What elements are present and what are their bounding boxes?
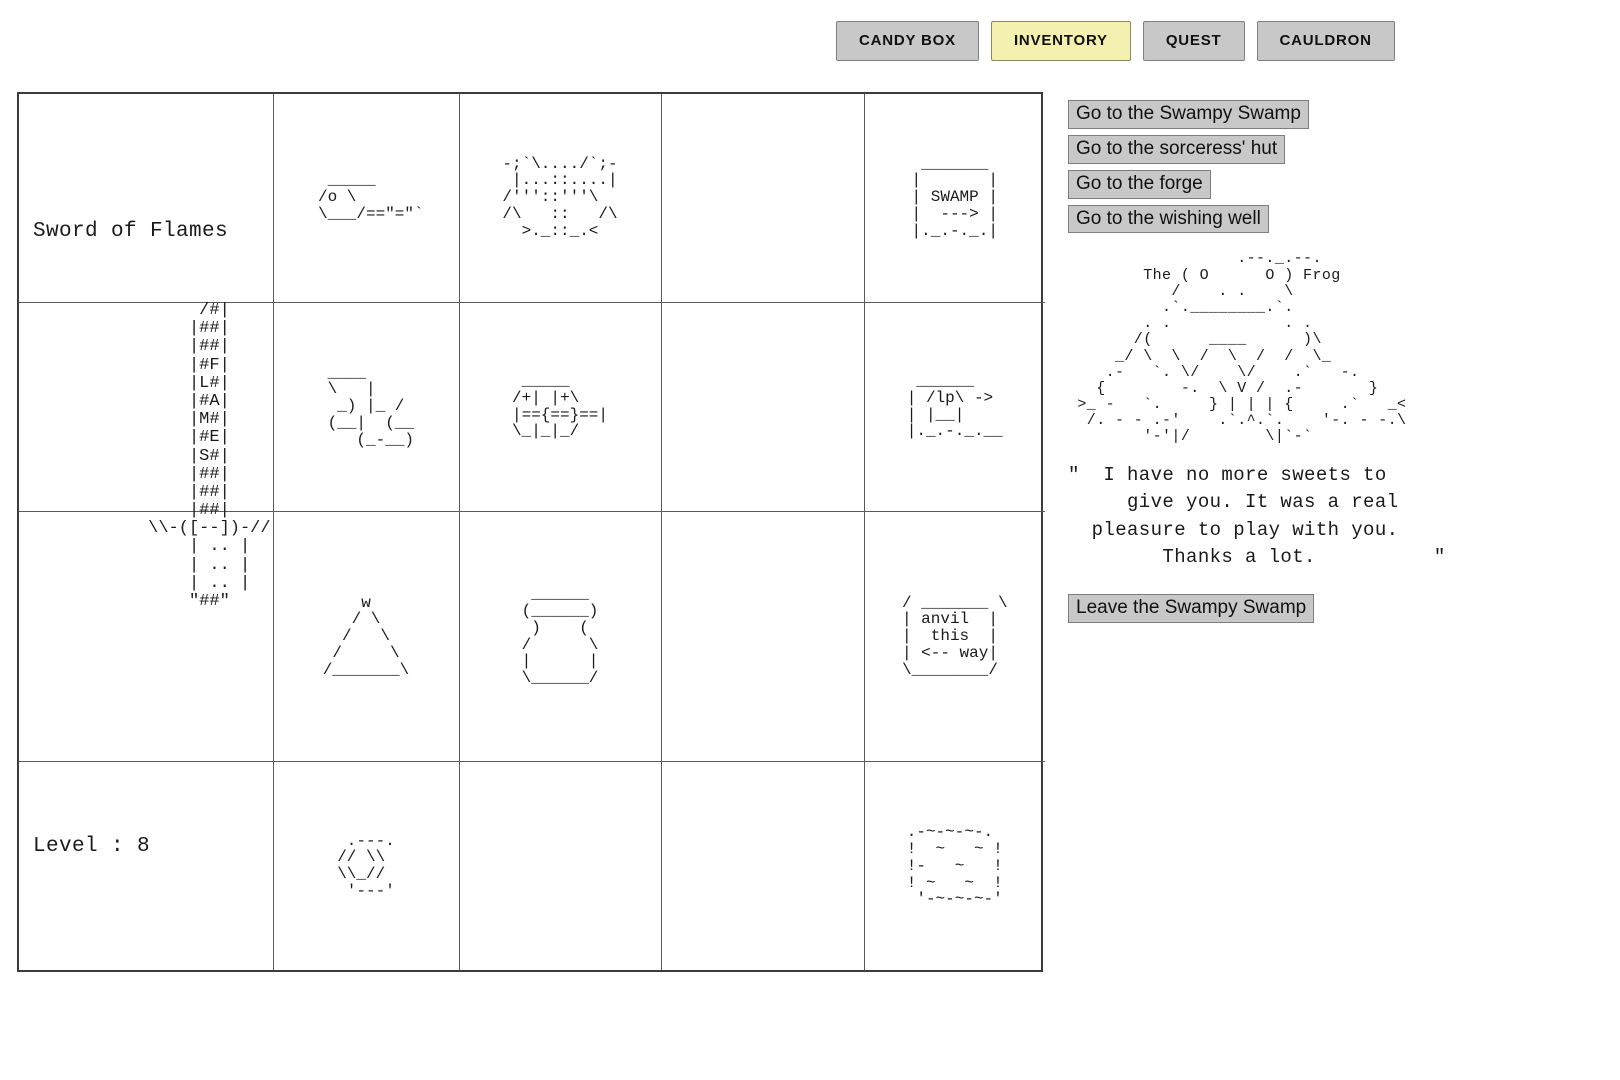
- item-pond-icon: .-~-~-~-. ! ~ ~ ! !- ~ ! ! ~ ~ ! '-~-~-~…: [906, 823, 1003, 909]
- item-sign-anvil-icon: / _______ \ | anvil | | this | | <-- way…: [901, 593, 1008, 679]
- inventory-cell-pond[interactable]: .-~-~-~-. ! ~ ~ ! !- ~ ! ! ~ ~ ! '-~-~-~…: [863, 761, 1045, 970]
- inventory-cell-sign-swamp[interactable]: _______ | | | SWAMP | | ---> | |._.-._.|: [863, 94, 1045, 303]
- go-to-wishing-well-button[interactable]: Go to the wishing well: [1068, 204, 1269, 234]
- main-tab-bar: CANDY BOX INVENTORY QUEST CAULDRON: [836, 21, 1395, 61]
- item-pyramid-icon: w / \ / \ / \ /_______\: [322, 593, 410, 679]
- name-cell-row4: [19, 761, 274, 970]
- inventory-cell-chest-open[interactable]: -;`\..../`;- |...::....| /'''::'''\ /\ :…: [458, 94, 662, 303]
- item-jar-icon: ______ (______) ) ( / \ | | \______/: [521, 585, 599, 688]
- name-cell-row3: [19, 510, 274, 763]
- item-sign-swamp-icon: _______ | | | SWAMP | | ---> | |._.-._.|: [911, 154, 998, 240]
- leave-button-wrap: Leave the Swampy Swamp: [1068, 593, 1608, 629]
- weapon-art-wrap: Sword of Flames /#| |##| |##| |#F| |L#| …: [19, 94, 273, 858]
- tab-cauldron[interactable]: CAULDRON: [1256, 21, 1395, 61]
- tab-quest[interactable]: QUEST: [1142, 21, 1245, 61]
- frog-ascii-art: .--._.--. The ( O O ) Frog / . . \ .`.__…: [1077, 250, 1407, 446]
- inventory-cell-broken-armor[interactable]: ____ \ | _) |_ / (__| (__ (_-__): [272, 301, 460, 512]
- inventory-cell-empty-1[interactable]: [660, 94, 865, 303]
- go-to-swampy-swamp-button[interactable]: Go to the Swampy Swamp: [1068, 100, 1309, 129]
- leave-swampy-swamp-button[interactable]: Leave the Swampy Swamp: [1068, 593, 1315, 623]
- item-sign-shop-icon: ______ | /lp\ -> | |__| |._.-._.__: [906, 372, 1003, 441]
- item-key-icon: _____ /o \ \___/=="="`: [317, 171, 424, 224]
- tab-candy-box[interactable]: CANDY BOX: [836, 21, 979, 61]
- frog-speech-text: " I have no more sweets to give you. It …: [1068, 463, 1446, 569]
- item-chest-open-icon: -;`\..../`;- |...::....| /'''::'''\ /\ :…: [502, 154, 618, 240]
- inventory-cell-chest-closed[interactable]: _____ /+| |+\ |=={==}==| \_|_|_/: [458, 301, 662, 512]
- inventory-cell-hexagon[interactable]: .---. // \\ \\_// '---': [272, 761, 460, 970]
- inventory-cell-sign-shop[interactable]: ______ | /lp\ -> | |__| |._.-._.__: [863, 301, 1045, 512]
- table-row: .---. // \\ \\_// '---' .-~-~-~-. ! ~ ~ …: [19, 761, 1045, 970]
- equipped-weapon-cell: Sword of Flames /#| |##| |##| |#F| |L#| …: [19, 94, 274, 858]
- inventory-cell-empty-2[interactable]: [660, 301, 865, 512]
- inventory-cell-empty-5[interactable]: [660, 761, 865, 970]
- item-broken-armor-icon: ____ \ | _) |_ / (__| (__ (_-__): [327, 363, 414, 449]
- name-cell-row2: [19, 301, 274, 512]
- table-row: ____ \ | _) |_ / (__| (__ (_-__) _____ /…: [19, 301, 1045, 512]
- inventory-grid: Sword of Flames /#| |##| |##| |#F| |L#| …: [17, 92, 1045, 972]
- table-row: w / \ / \ / \ /_______\ ______ (______) …: [19, 510, 1045, 763]
- table-row: Sword of Flames /#| |##| |##| |#F| |L#| …: [19, 94, 1045, 858]
- item-chest-closed-icon: _____ /+| |+\ |=={==}==| \_|_|_/: [511, 372, 608, 441]
- inventory-cell-empty-3[interactable]: [660, 510, 865, 763]
- go-to-sorceress-hut-button[interactable]: Go to the sorceress' hut: [1068, 134, 1286, 164]
- weapon-name-label: Sword of Flames: [33, 220, 229, 243]
- navigation-button-list: Go to the Swampy Swamp Go to the sorcere…: [1068, 100, 1608, 234]
- inventory-cell-empty-4[interactable]: [458, 761, 662, 970]
- item-hexagon-icon: .---. // \\ \\_// '---': [337, 831, 395, 900]
- inventory-cell-jar[interactable]: ______ (______) ) ( / \ | | \______/: [458, 510, 662, 763]
- inventory-cell-pyramid[interactable]: w / \ / \ / \ /_______\: [272, 510, 460, 763]
- inventory-cell-sign-anvil[interactable]: / _______ \ | anvil | | this | | <-- way…: [863, 510, 1045, 763]
- location-panel: Go to the Swampy Swamp Go to the sorcere…: [1068, 100, 1608, 629]
- go-to-forge-button[interactable]: Go to the forge: [1068, 169, 1211, 199]
- inventory-cell-key[interactable]: _____ /o \ \___/=="="`: [272, 94, 460, 303]
- tab-inventory[interactable]: INVENTORY: [990, 21, 1131, 61]
